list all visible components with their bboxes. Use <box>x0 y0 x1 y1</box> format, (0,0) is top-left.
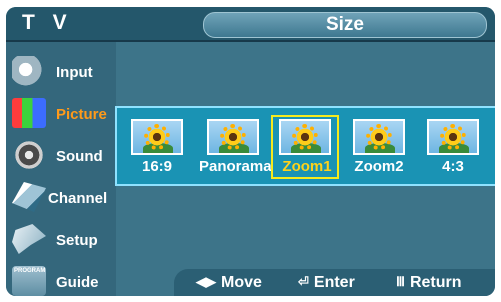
size-option-label: Panorama <box>199 158 272 175</box>
input-icon <box>12 56 46 86</box>
sound-icon <box>12 140 46 170</box>
sidebar-item-label: Input <box>56 64 93 81</box>
sidebar-item-label: Picture <box>56 106 107 123</box>
sidebar-item-picture[interactable]: Picture <box>6 94 116 134</box>
picture-thumbnail-icon <box>207 119 259 155</box>
setup-icon <box>12 224 46 254</box>
sidebar-item-label: Setup <box>56 232 98 249</box>
sidebar: Input Picture Sound Channel Setup Guide <box>6 42 116 296</box>
left-right-arrows-icon: ◀▶ <box>196 274 216 289</box>
enter-icon: ⏎ <box>298 274 309 289</box>
picture-thumbnail-icon <box>353 119 405 155</box>
enter-hint: ⏎ Enter <box>298 274 355 292</box>
size-option-label: 4:3 <box>442 158 464 175</box>
size-option-label: Zoom2 <box>354 158 404 175</box>
return-icon: Ⅲ <box>396 274 405 289</box>
return-hint: Ⅲ Return <box>396 274 462 292</box>
picture-thumbnail-icon <box>427 119 479 155</box>
size-options-panel: 16:9 Panorama Zoom1 Zoom2 4:3 <box>115 106 495 186</box>
size-option-label: 16:9 <box>141 158 173 175</box>
size-option-label: Zoom1 <box>282 158 332 175</box>
channel-icon <box>12 182 46 212</box>
menu-header: T V Size <box>6 7 495 42</box>
sidebar-item-channel[interactable]: Channel <box>6 178 116 218</box>
sidebar-item-setup[interactable]: Setup <box>6 220 116 260</box>
size-option-zoom1[interactable]: Zoom1 <box>271 115 339 179</box>
tv-menu-screen: T V Size Input Picture Sound Channel Set… <box>6 7 495 296</box>
size-option-panorama[interactable]: Panorama <box>199 115 272 179</box>
sidebar-item-label: Channel <box>48 190 108 207</box>
picture-thumbnail-icon <box>279 119 331 155</box>
move-label: Move <box>221 274 262 291</box>
size-option-4-3[interactable]: 4:3 <box>419 115 487 179</box>
picture-thumbnail-icon <box>131 119 183 155</box>
enter-label: Enter <box>313 274 355 291</box>
size-option-16-9[interactable]: 16:9 <box>123 115 191 179</box>
sidebar-item-guide[interactable]: Guide <box>6 262 116 296</box>
size-option-zoom2[interactable]: Zoom2 <box>345 115 413 179</box>
sidebar-item-label: Sound <box>56 148 103 165</box>
sidebar-item-label: Guide <box>56 274 99 291</box>
guide-icon <box>12 266 46 296</box>
section-title-size: Size <box>203 12 487 38</box>
picture-icon <box>12 98 46 128</box>
footer-help-bar: ◀▶ Move ⏎ Enter Ⅲ Return <box>174 269 495 296</box>
return-label: Return <box>409 274 462 291</box>
move-hint: ◀▶ Move <box>196 274 262 292</box>
menu-title: T V <box>22 11 73 34</box>
sidebar-item-input[interactable]: Input <box>6 52 116 92</box>
sidebar-item-sound[interactable]: Sound <box>6 136 116 176</box>
